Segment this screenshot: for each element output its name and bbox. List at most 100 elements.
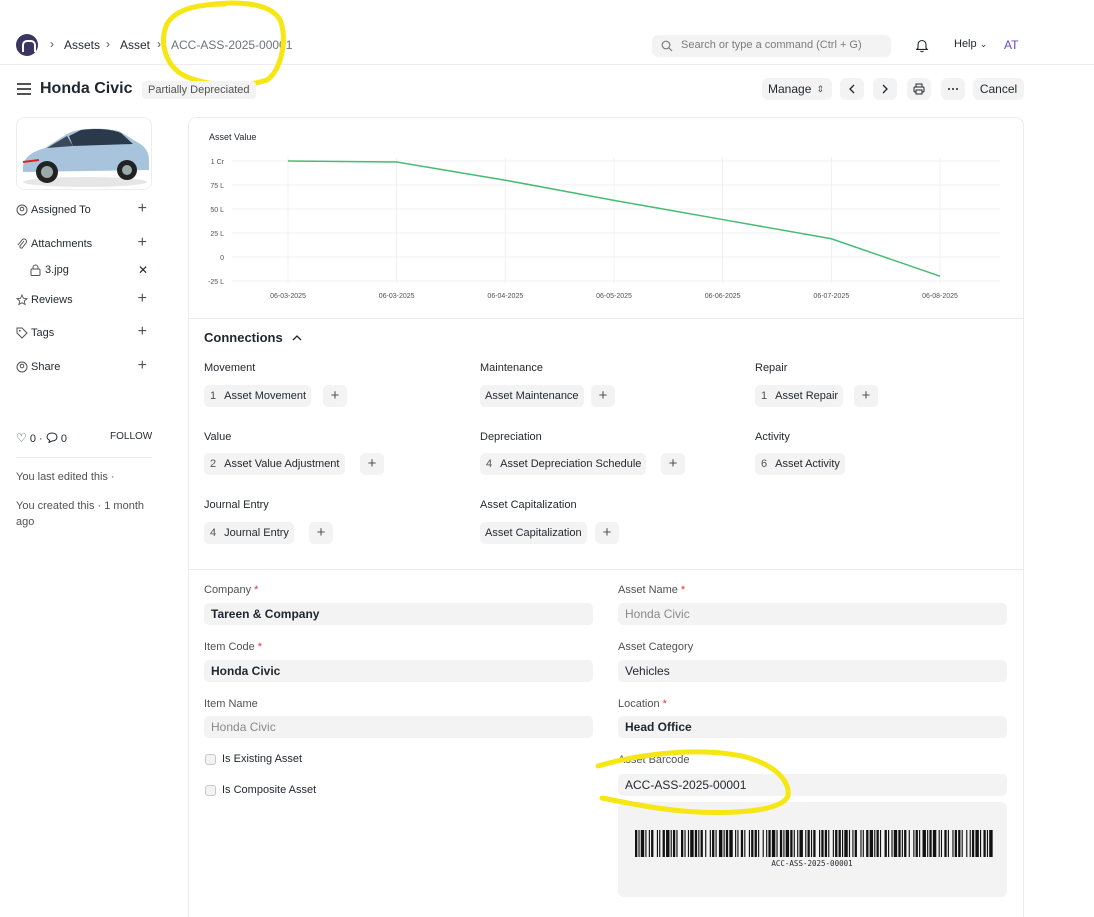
search-bar[interactable]: Search or type a command (Ctrl + G) [652,35,891,57]
location-field[interactable]: Head Office [618,716,1007,738]
barcode-bar [986,830,989,857]
add-asset-depreciation-schedule-button[interactable]: + [661,453,685,475]
barcode-bar [694,830,698,857]
connection-pill-asset-depreciation-schedule[interactable]: 4 Asset Depreciation Schedule [480,453,647,475]
item-code-label-text: Item Code [204,641,255,653]
printer-icon [913,83,925,95]
barcode-bar [922,830,926,857]
next-button[interactable] [873,78,897,100]
barcode-bar [676,830,678,857]
share-row[interactable]: Share + [16,357,152,376]
page-title: Honda Civic [40,80,133,97]
chevron-up-icon[interactable] [292,333,302,343]
asset-name-field[interactable]: Honda Civic [618,603,1007,625]
barcode-bar [975,830,979,857]
barcode-bar [915,830,918,857]
barcode-bar [748,830,750,857]
barcode-bar [656,830,658,857]
connection-pill-asset-movement[interactable]: 1 Asset Movement [204,385,312,407]
close-icon[interactable]: ✕ [138,263,148,277]
chart-x-ticks: 06-03-2025 06-03-2025 06-04-2025 06-05-2025… [270,293,958,300]
sidebar-toggle-icon[interactable] [17,83,31,95]
barcode-bar [662,830,665,857]
barcode-bar [700,830,703,857]
item-name-field[interactable]: Honda Civic [204,716,593,738]
barcode-bar [832,830,834,857]
cancel-button[interactable]: Cancel [973,78,1024,100]
is-composite-asset-label[interactable]: Is Composite Asset [222,784,316,796]
add-attachment-icon[interactable]: + [138,234,147,252]
asset-barcode-field[interactable]: ACC-ASS-2025-00001 [618,774,1007,796]
attachment-item[interactable]: 3.jpg ✕ [30,263,148,277]
barcode-bar [983,830,986,857]
navbar: › Assets › Asset › ACC-ASS-2025-00001 Se… [0,0,1094,65]
share-icon [16,361,28,373]
asset-image[interactable] [16,117,152,190]
attachment-filename[interactable]: 3.jpg [45,264,69,276]
bell-icon[interactable] [915,38,929,53]
user-add-icon [16,204,28,216]
breadcrumb-asset[interactable]: Asset [120,38,150,52]
avatar[interactable]: AT [1004,38,1018,52]
connection-pill-asset-activity[interactable]: 6 Asset Activity [755,453,845,475]
add-assignee-icon[interactable]: + [138,200,147,218]
breadcrumb-assets[interactable]: Assets [64,38,100,52]
last-edited-text: You last edited this · [16,471,115,483]
tags-row[interactable]: Tags + [16,323,152,342]
connection-pill-asset-capitalization[interactable]: Asset Capitalization [480,522,587,544]
connection-pill-asset-repair[interactable]: 1 Asset Repair [755,385,844,407]
add-journal-entry-button[interactable]: + [309,522,333,544]
asset-category-field[interactable]: Vehicles [618,660,1007,682]
print-button[interactable] [907,78,931,100]
paperclip-icon [17,238,27,249]
barcode-bar [835,830,838,857]
follow-button[interactable]: FOLLOW [110,431,152,442]
reviews-row[interactable]: Reviews + [16,290,152,309]
barcode-bar [805,830,807,857]
manage-button[interactable]: Manage ⇕ [762,78,832,100]
chevron-right-icon: › [50,37,54,51]
barcode-bar [888,830,890,857]
more-button[interactable] [941,78,965,100]
help-dropdown[interactable]: Help ⌄ [954,38,987,50]
assigned-to-row[interactable]: Assigned To + [16,200,152,219]
connection-pill-journal-entry[interactable]: 4 Journal Entry [204,522,294,544]
add-asset-movement-button[interactable]: + [323,385,347,407]
barcode-bar [723,830,725,857]
add-asset-maintenance-button[interactable]: + [591,385,615,407]
connection-pill-asset-maintenance[interactable]: Asset Maintenance [480,385,584,407]
connection-group-label: Value [204,431,232,443]
add-review-icon[interactable]: + [138,290,147,308]
is-existing-asset-label[interactable]: Is Existing Asset [222,753,302,765]
barcode-bar [944,830,947,857]
prev-button[interactable] [840,78,864,100]
asset-name-label-text: Asset Name [618,584,678,596]
item-code-field[interactable]: Honda Civic [204,660,593,682]
comment-icon[interactable] [46,432,58,444]
section-divider [189,318,1023,319]
add-asset-repair-button[interactable]: + [854,385,878,407]
attachments-row[interactable]: Attachments + [16,234,152,253]
heart-icon[interactable]: ♡ [16,431,27,445]
barcode-bar [672,830,676,857]
connection-group-label: Movement [204,362,256,374]
app-logo-icon[interactable] [16,34,38,56]
is-existing-asset-checkbox[interactable] [205,754,216,765]
x-tick-label: 06-04-2025 [487,293,523,300]
connections-title[interactable]: Connections [204,330,283,345]
barcode-bar [640,830,645,857]
add-share-icon[interactable]: + [138,357,147,375]
add-asset-capitalization-button[interactable]: + [595,522,619,544]
barcode-bar [901,830,903,857]
barcode-bar [766,830,768,857]
company-label: Company * [204,584,258,596]
company-field[interactable]: Tareen & Company [204,603,593,625]
barcode-bar [684,830,686,857]
is-composite-asset-checkbox[interactable] [205,785,216,796]
barcode-bar [919,830,921,857]
barcode-bar [799,830,803,857]
x-tick-label: 06-07-2025 [813,293,849,300]
add-asset-value-adjustment-button[interactable]: + [360,453,384,475]
add-tag-icon[interactable]: + [138,323,147,341]
connection-pill-asset-value-adjustment[interactable]: 2 Asset Value Adjustment [204,453,345,475]
